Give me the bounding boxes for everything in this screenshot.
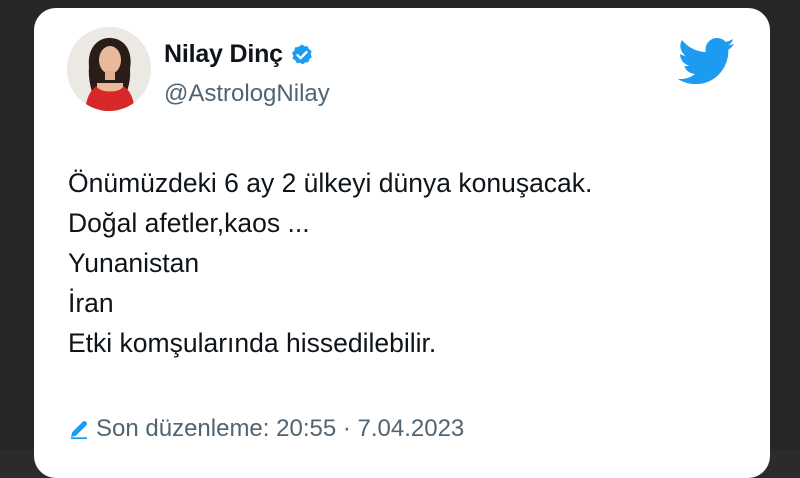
pencil-icon bbox=[68, 418, 90, 440]
tweet-line: İran bbox=[68, 288, 114, 318]
edited-timestamp: Son düzenleme: 20:55 · 7.04.2023 bbox=[96, 415, 465, 442]
profile-photo-icon bbox=[67, 27, 151, 111]
avatar[interactable] bbox=[67, 27, 151, 111]
tweet-line: Etki komşularında hissedilebilir. bbox=[68, 328, 437, 358]
tweet-line: Yunanistan bbox=[68, 248, 200, 278]
verified-badge-icon bbox=[290, 43, 314, 67]
twitter-bird-icon bbox=[677, 38, 736, 86]
tweet-text: Önümüzdeki 6 ay 2 ülkeyi dünya konuşacak… bbox=[68, 163, 748, 363]
tweet-card: Nilay Dinç @AstrologNilay Önümüzdeki 6 a… bbox=[34, 8, 770, 478]
author-display-name[interactable]: Nilay Dinç bbox=[164, 40, 283, 69]
author-handle[interactable]: @AstrologNilay bbox=[164, 80, 330, 108]
tweet-line: Önümüzdeki 6 ay 2 ülkeyi dünya konuşacak… bbox=[68, 168, 593, 198]
screenshot-frame: Nilay Dinç @AstrologNilay Önümüzdeki 6 a… bbox=[0, 0, 800, 478]
author-name-row: Nilay Dinç bbox=[164, 40, 314, 69]
tweet-line: Doğal afetler,kaos ... bbox=[68, 208, 310, 238]
edited-indicator[interactable]: Son düzenleme: 20:55 · 7.04.2023 bbox=[68, 415, 464, 443]
